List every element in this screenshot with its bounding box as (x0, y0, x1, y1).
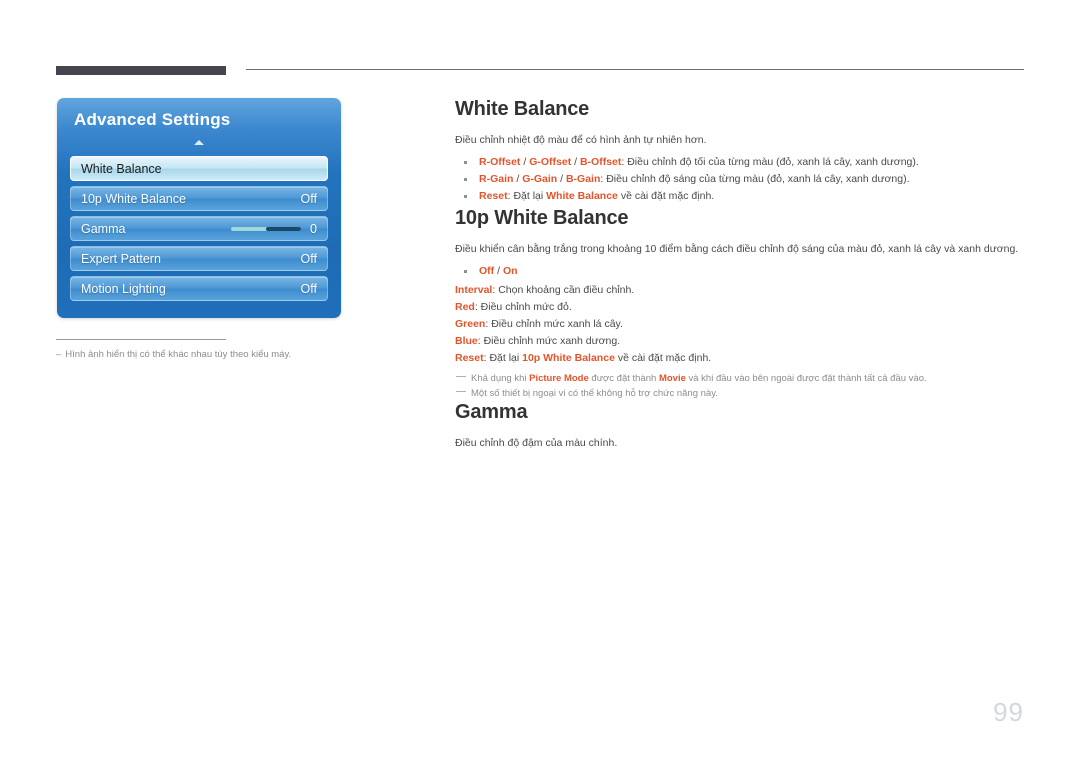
option-highlight: White Balance (546, 190, 618, 202)
ten-p-white-balance-intro: Điều khiển cân bằng trắng trong khoảng 1… (455, 243, 1019, 255)
section-title-10p-white-balance: 10p White Balance (455, 207, 629, 229)
osd-panel-title: Advanced Settings (74, 110, 231, 129)
note-highlight-1: Picture Mode (529, 373, 589, 384)
slider-track[interactable] (231, 226, 302, 231)
section-title-gamma: Gamma (455, 401, 528, 423)
page-number: 99 (993, 697, 1024, 727)
osd-menu-item-label: Motion Lighting (81, 281, 166, 296)
definition-highlight: 10p White Balance (522, 352, 615, 364)
header-rule-thick (56, 66, 226, 75)
option-label: G-Gain (522, 173, 558, 185)
option-separator: / (520, 156, 530, 168)
osd-advanced-settings-panel: Advanced Settings White Balance 10p Whit… (57, 98, 341, 318)
option-separator: / (513, 173, 523, 185)
white-balance-intro: Điều chỉnh nhiệt độ màu để có hình ảnh t… (455, 134, 707, 146)
option-separator: / (571, 156, 580, 168)
note-highlight-2: Movie (658, 373, 686, 384)
note-line: Một số thiết bị ngoại vi có thể không hỗ… (455, 386, 1027, 401)
definition-description: : Điều chỉnh mức xanh dương. (477, 335, 621, 347)
definition-term: Red (455, 301, 475, 313)
option-label: Reset (479, 190, 508, 202)
definition-term: Green (455, 318, 486, 330)
definition-term: Interval (455, 284, 493, 296)
caption-dash: – (56, 349, 62, 360)
list-item: R-Offset / G-Offset / B-Offset: Điều chỉ… (455, 154, 1027, 171)
definition-description: : Điều chỉnh mức xanh lá cây. (485, 318, 623, 330)
list-item: Reset: Đặt lại White Balance về cài đặt … (455, 188, 1027, 205)
osd-menu-item-value: 0 (310, 221, 317, 236)
note-text-1: Khả dụng khi (471, 373, 530, 384)
option-label: R-Offset (479, 156, 521, 168)
definition-description: : Điều chỉnh mức đỏ. (474, 301, 572, 313)
option-label: B-Offset (579, 156, 622, 168)
option-label-on: On (502, 265, 518, 277)
definition-term: Reset (455, 352, 484, 364)
osd-menu-item-value: Off (300, 251, 317, 266)
option-label-off: Off (479, 265, 495, 277)
definition-row-red: Red: Điều chỉnh mức đỏ. (455, 299, 1027, 316)
content-column: White Balance Điều chỉnh nhiệt độ màu để… (455, 98, 1027, 457)
option-label: B-Gain (565, 173, 601, 185)
option-label: R-Gain (479, 173, 514, 185)
note-text-1: Một số thiết bị ngoại vi có thể không hỗ… (471, 388, 718, 399)
osd-menu-item-label: Expert Pattern (81, 251, 161, 266)
white-balance-bullet-list: R-Offset / G-Offset / B-Offset: Điều chỉ… (455, 154, 1027, 205)
definition-description-pre: : Đặt lại (483, 352, 523, 364)
osd-menu-item-motion-lighting[interactable]: Motion Lighting Off (70, 276, 328, 301)
osd-menu-item-10p-white-balance[interactable]: 10p White Balance Off (70, 186, 328, 211)
slider-fill (266, 226, 302, 231)
gamma-intro: Điều chỉnh độ đậm của màu chính. (455, 437, 618, 449)
definition-row-blue: Blue: Điều chỉnh mức xanh dương. (455, 333, 1027, 350)
note-text-3: và khi đầu vào bên ngoài được đặt thành … (685, 373, 927, 384)
option-description: : Điều chỉnh độ tối của từng màu (đỏ, xa… (621, 156, 919, 168)
list-item: Off / On (455, 263, 1027, 280)
osd-menu-item-label: 10p White Balance (81, 191, 186, 206)
definition-row-green: Green: Điều chỉnh mức xanh lá cây. (455, 316, 1027, 333)
ten-p-notes: Khả dụng khi Picture Mode được đặt thành… (455, 371, 1027, 401)
definition-description: : Chọn khoảng cần điều chỉnh. (492, 284, 635, 296)
ten-p-definition-list: Interval: Chọn khoảng cần điều chỉnh. Re… (455, 282, 1027, 367)
option-description: : Điều chỉnh độ sáng của từng màu (đỏ, x… (600, 173, 910, 185)
osd-menu-item-white-balance[interactable]: White Balance (70, 156, 328, 181)
definition-description-post: về cài đặt mặc định. (614, 352, 712, 364)
osd-menu-item-expert-pattern[interactable]: Expert Pattern Off (70, 246, 328, 271)
section-title-white-balance: White Balance (455, 98, 590, 120)
option-separator: / (557, 173, 566, 185)
osd-menu-item-label: Gamma (81, 221, 126, 236)
osd-menu-list: White Balance 10p White Balance Off Gamm… (70, 156, 328, 306)
ten-p-off-on-list: Off / On (455, 263, 1027, 280)
definition-row-interval: Interval: Chọn khoảng cần điều chỉnh. (455, 282, 1027, 299)
definition-row-reset: Reset: Đặt lại 10p White Balance về cài … (455, 350, 1027, 367)
caption-text: Hình ảnh hiển thị có thể khác nhau tùy t… (65, 349, 292, 360)
option-description-pre: : Đặt lại (507, 190, 547, 202)
caption-divider (56, 339, 226, 340)
figure-caption: – Hình ảnh hiển thị có thể khác nhau tùy … (56, 349, 356, 360)
triangle-up-icon[interactable] (194, 140, 204, 145)
osd-menu-item-value: Off (300, 281, 317, 296)
option-separator: / (494, 265, 503, 277)
document-page: Advanced Settings White Balance 10p Whit… (0, 0, 1080, 763)
header-rule-thin (246, 69, 1024, 70)
list-item: R-Gain / G-Gain / B-Gain: Điều chỉnh độ … (455, 171, 1027, 188)
osd-menu-item-label: White Balance (81, 161, 162, 176)
osd-menu-item-gamma[interactable]: Gamma 0 (70, 216, 328, 241)
definition-term: Blue (455, 335, 478, 347)
option-description-post: về cài đặt mặc định. (617, 190, 715, 202)
osd-menu-item-value: Off (300, 191, 317, 206)
note-line: Khả dụng khi Picture Mode được đặt thành… (455, 371, 1027, 386)
gamma-slider[interactable]: 0 (231, 222, 317, 236)
option-label: G-Offset (529, 156, 572, 168)
note-text-2: được đặt thành (588, 373, 659, 384)
